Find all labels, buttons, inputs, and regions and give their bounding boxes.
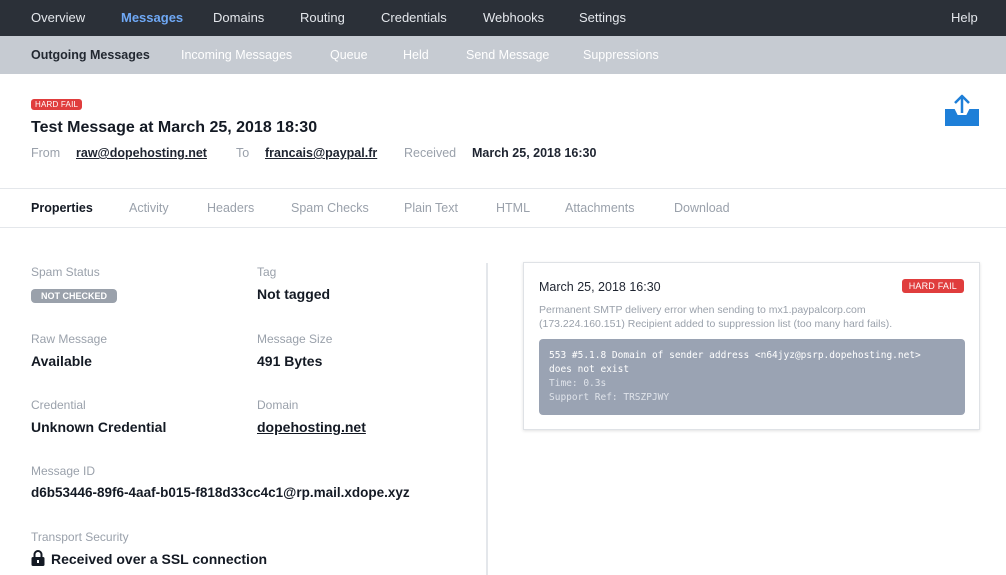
column-divider [486, 263, 488, 575]
nav-help[interactable]: Help [951, 0, 978, 36]
lock-icon [31, 550, 45, 566]
status-badge: HARD FAIL [31, 99, 83, 110]
message-id-value: d6b53446-89f6-4aaf-b015-f818d33cc4c1@rp.… [31, 485, 410, 500]
nav-webhooks[interactable]: Webhooks [483, 0, 544, 36]
to-address-link[interactable]: francais@paypal.fr [265, 146, 377, 160]
domain-label: Domain [257, 398, 299, 412]
tab-activity[interactable]: Activity [129, 189, 169, 227]
subnav-send-message[interactable]: Send Message [466, 36, 549, 74]
nav-domains[interactable]: Domains [213, 0, 264, 36]
tab-html[interactable]: HTML [496, 189, 530, 227]
delivery-time: March 25, 2018 16:30 [539, 280, 661, 294]
tag-label: Tag [257, 265, 277, 279]
tab-download[interactable]: Download [674, 189, 730, 227]
smtp-output-line: 553 #5.1.8 Domain of sender address <n64… [549, 350, 921, 361]
message-header: HARD FAIL Test Message at March 25, 2018… [0, 74, 1006, 189]
smtp-output: 553 #5.1.8 Domain of sender address <n64… [539, 339, 965, 415]
spam-status-badge: NOT CHECKED [31, 289, 118, 303]
received-value: March 25, 2018 16:30 [472, 146, 597, 160]
nav-messages[interactable]: Messages [121, 0, 183, 36]
raw-message-label: Raw Message [31, 332, 108, 346]
page-title: Test Message at March 25, 2018 18:30 [31, 119, 318, 136]
nav-overview[interactable]: Overview [31, 0, 85, 36]
credential-label: Credential [31, 398, 86, 412]
smtp-output-line: does not exist [549, 364, 630, 375]
delivery-message-line: Permanent SMTP delivery error when sendi… [539, 304, 866, 316]
top-navigation: Overview Messages Domains Routing Creden… [0, 0, 1006, 36]
tab-properties[interactable]: Properties [31, 189, 93, 227]
from-label: From [31, 146, 61, 160]
from-address-link[interactable]: raw@dopehosting.net [76, 146, 207, 160]
subnav-incoming-messages[interactable]: Incoming Messages [181, 36, 292, 74]
nav-credentials[interactable]: Credentials [381, 0, 447, 36]
subnav-outgoing-messages[interactable]: Outgoing Messages [31, 36, 150, 74]
transport-security-value: Received over a SSL connection [51, 551, 268, 567]
subnav-held[interactable]: Held [403, 36, 429, 74]
tab-attachments[interactable]: Attachments [565, 189, 634, 227]
nav-routing[interactable]: Routing [300, 0, 345, 36]
transport-security-label: Transport Security [31, 530, 129, 544]
domain-link[interactable]: dopehosting.net [257, 419, 366, 435]
subnav-suppressions[interactable]: Suppressions [583, 36, 659, 74]
message-tabs: Properties Activity Headers Spam Checks … [0, 189, 1006, 228]
outbox-tray-icon[interactable] [944, 94, 980, 128]
raw-message-value: Available [31, 353, 92, 369]
message-size-value: 491 Bytes [257, 353, 323, 369]
delivery-message-line: (173.224.160.151) Recipient added to sup… [539, 318, 893, 330]
tab-plain-text[interactable]: Plain Text [404, 189, 458, 227]
tab-headers[interactable]: Headers [207, 189, 254, 227]
delivery-attempt-card: March 25, 2018 16:30 HARD FAIL Permanent… [523, 262, 980, 430]
message-id-label: Message ID [31, 464, 96, 478]
delivery-message: Permanent SMTP delivery error when sendi… [539, 303, 969, 331]
message-size-label: Message Size [257, 332, 333, 346]
credential-value: Unknown Credential [31, 419, 167, 435]
delivery-status-badge: HARD FAIL [901, 279, 964, 293]
spam-status-label: Spam Status [31, 265, 100, 279]
smtp-time: Time: 0.3s [549, 378, 607, 389]
support-ref: Support Ref: TRSZPJWY [549, 392, 670, 403]
tag-value: Not tagged [257, 286, 331, 302]
nav-settings[interactable]: Settings [579, 0, 626, 36]
subnav-queue[interactable]: Queue [330, 36, 368, 74]
sub-navigation: Outgoing Messages Incoming Messages Queu… [0, 36, 1006, 74]
tab-spam-checks[interactable]: Spam Checks [291, 189, 369, 227]
received-label: Received [404, 146, 457, 160]
to-label: To [236, 146, 250, 160]
